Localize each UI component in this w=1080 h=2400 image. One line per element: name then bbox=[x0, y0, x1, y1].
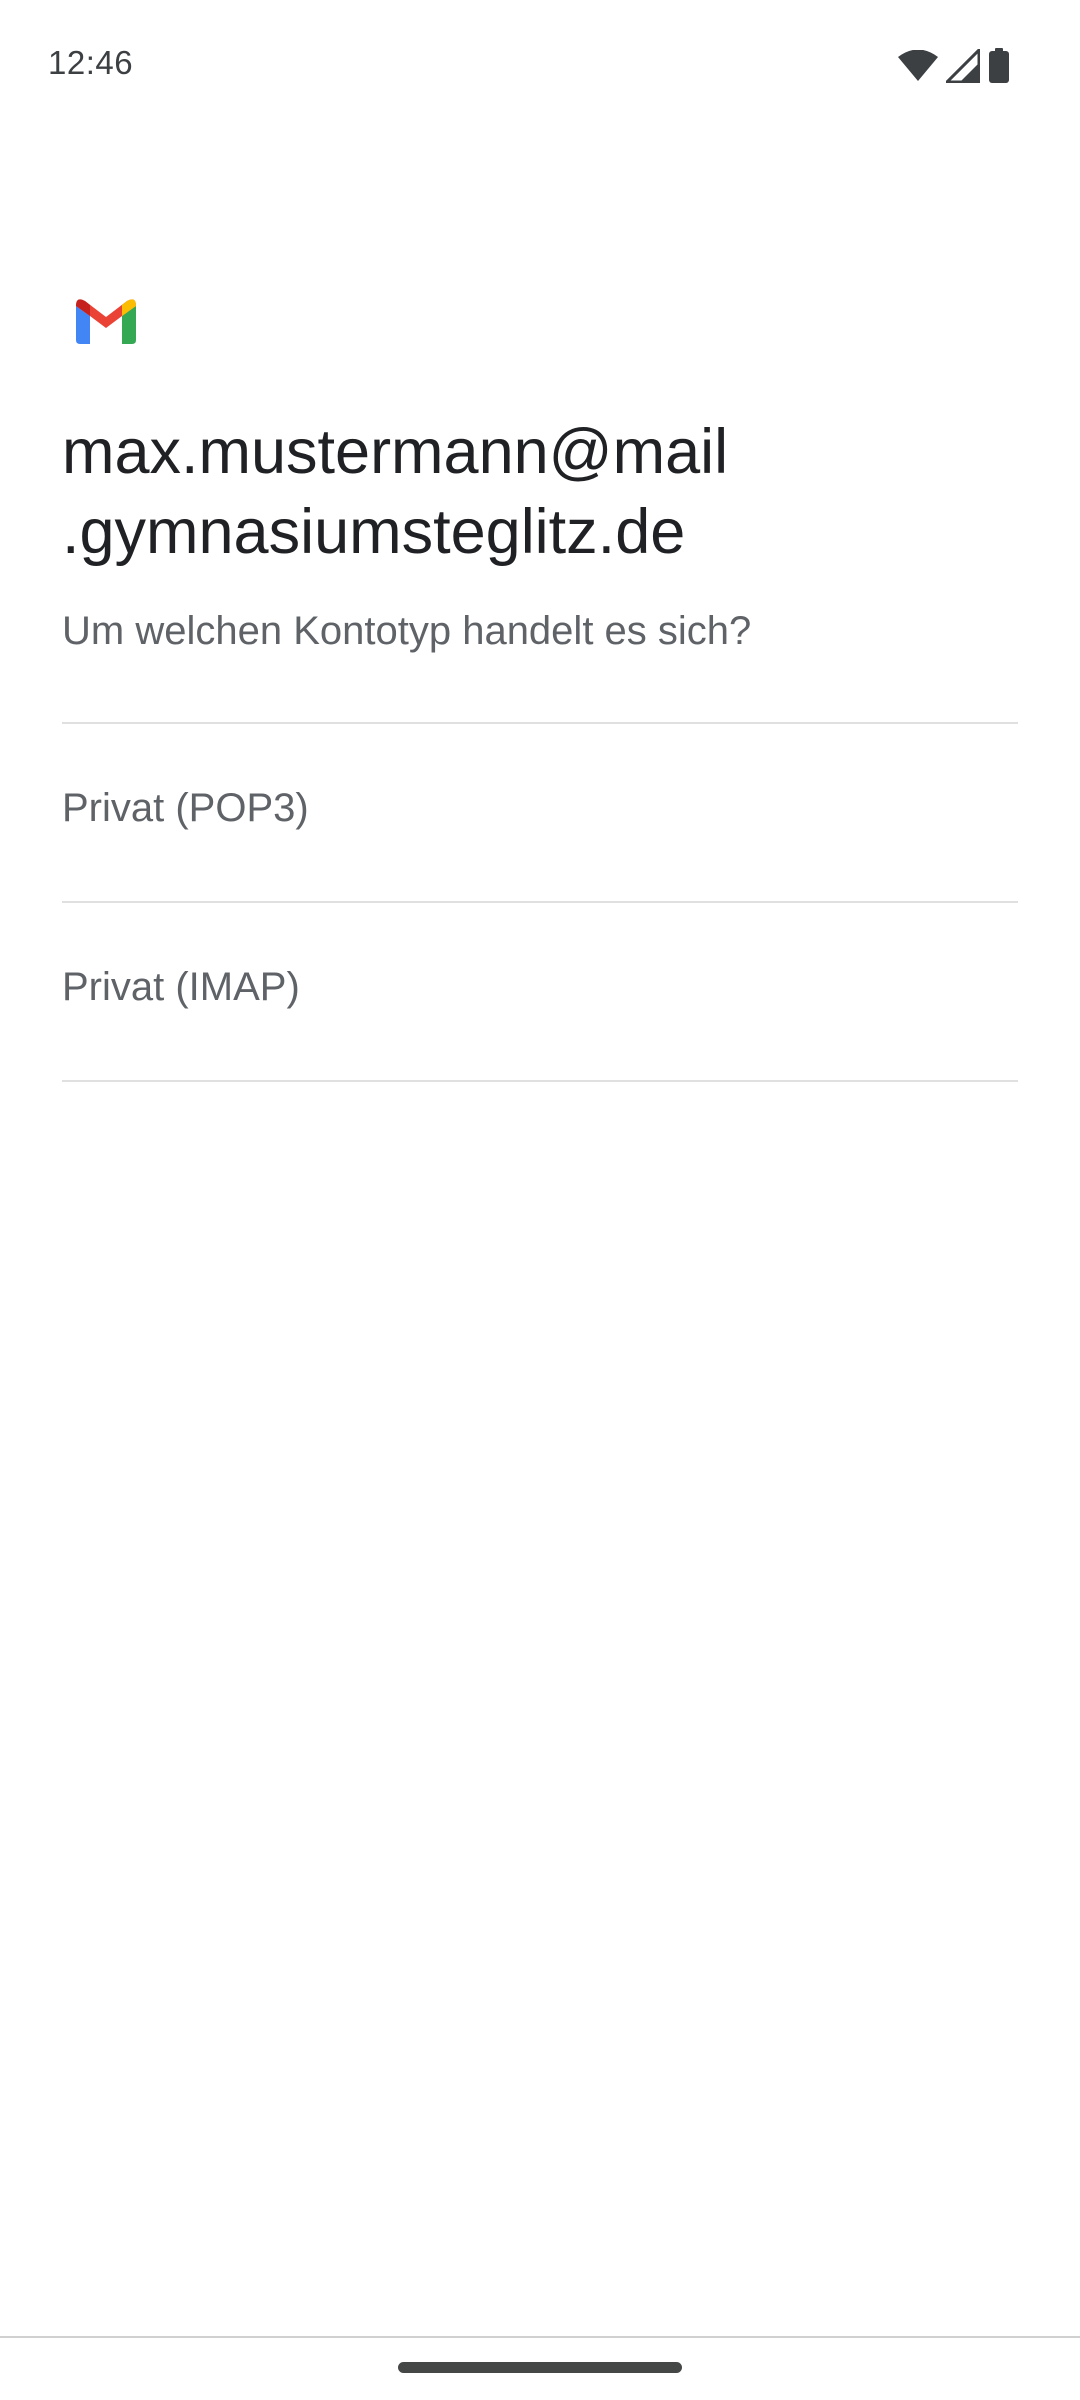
gesture-nav-handle[interactable] bbox=[398, 2362, 682, 2373]
status-icons bbox=[898, 46, 1010, 86]
battery-icon bbox=[988, 48, 1010, 84]
account-email-heading: max.mustermann@mail .gymnasiumsteglitz.d… bbox=[62, 412, 1022, 572]
cellular-signal-icon bbox=[946, 49, 980, 83]
gmail-logo bbox=[76, 298, 136, 344]
account-email-line-1: max.mustermann@mail bbox=[62, 417, 729, 487]
wifi-icon bbox=[898, 50, 938, 82]
account-email-line-2: .gymnasiumsteglitz.de bbox=[62, 497, 686, 567]
option-pop3-label: Privat (POP3) bbox=[62, 786, 309, 830]
account-type-question: Um welchen Kontotyp handelt es sich? bbox=[62, 609, 752, 653]
option-imap-label: Privat (IMAP) bbox=[62, 965, 300, 1009]
account-type-options: Privat (POP3) Privat (IMAP) bbox=[62, 722, 1018, 1082]
option-imap[interactable]: Privat (IMAP) bbox=[62, 903, 1018, 1082]
status-bar: 12:46 bbox=[0, 0, 1080, 130]
nav-divider bbox=[0, 2336, 1080, 2338]
status-time: 12:46 bbox=[48, 44, 134, 81]
option-pop3[interactable]: Privat (POP3) bbox=[62, 724, 1018, 903]
